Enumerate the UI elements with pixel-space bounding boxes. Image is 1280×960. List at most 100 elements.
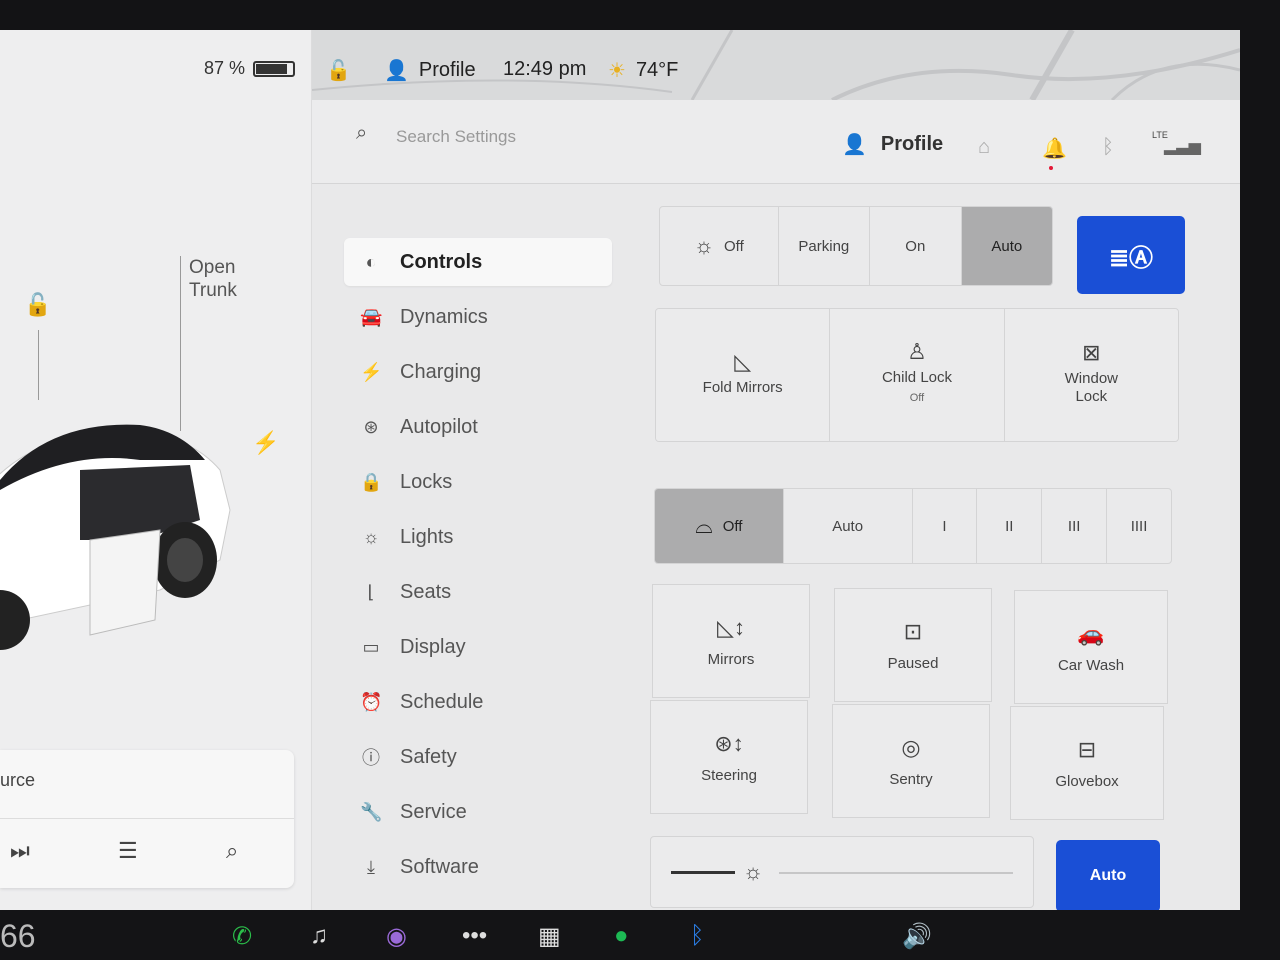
auto-high-beam-icon: ≣Ⓐ	[1108, 244, 1154, 272]
taskbar: 66 ✆ ♫ ◉ ••• ▦ ● ᛒ 🔊	[0, 910, 1280, 960]
lock-status-icon[interactable]: 🔓	[326, 58, 351, 83]
media-player: urce ⏭ ☰ ⌕	[0, 750, 294, 888]
wipers-option-label: IIII	[1130, 517, 1148, 535]
signal-icon: ▂▃▅	[1164, 138, 1201, 155]
headlights-option-label: On	[905, 237, 926, 255]
window-lock-button[interactable]: ⊠ Window Lock	[1004, 309, 1178, 441]
charge-port-icon[interactable]: ⚡	[252, 430, 279, 456]
alarm-icon: ⏰	[360, 691, 383, 712]
lock-icon: 🔒	[360, 471, 383, 492]
media-source-label[interactable]: urce	[0, 770, 35, 791]
bluetooth-app-icon[interactable]: ᛒ	[690, 922, 704, 950]
camera-app-icon[interactable]: ◉	[386, 922, 407, 951]
car-wash-button[interactable]: 🚗 Car Wash	[1014, 590, 1168, 704]
wipers-option-label: I	[942, 517, 947, 535]
auto-high-beam-button[interactable]: ≣Ⓐ	[1077, 216, 1185, 294]
nav-item-safety[interactable]: ⓘ Safety	[344, 733, 612, 781]
child-lock-status: Off	[909, 392, 925, 404]
equalizer-icon[interactable]: ☰	[118, 838, 138, 864]
nav-item-label: Lights	[400, 525, 454, 548]
headlight-icon: ☼	[693, 233, 715, 258]
wipers-option-3[interactable]: II	[977, 489, 1043, 563]
brightness-auto-button[interactable]: Auto	[1056, 840, 1160, 910]
glovebox-button[interactable]: ⊟ Glovebox	[1010, 706, 1164, 820]
media-divider	[0, 818, 294, 819]
bluetooth-icon[interactable]: ᛒ	[1102, 136, 1114, 159]
child-lock-label: Child Lock	[881, 369, 953, 386]
headlights-off[interactable]: ☼ Off	[660, 207, 779, 285]
child-lock-button[interactable]: ♙ Child Lock Off	[830, 309, 1005, 441]
headlights-on[interactable]: On	[870, 207, 962, 285]
spotify-icon[interactable]: ●	[614, 922, 629, 950]
temperature: 74°F	[635, 59, 679, 81]
headlights-auto[interactable]: Auto	[961, 207, 1052, 285]
wipers-option-4[interactable]: III	[1042, 489, 1108, 563]
status-profile-label: Profile	[418, 59, 476, 81]
sentry-label: Sentry	[889, 770, 933, 788]
nav-item-software[interactable]: ⤓ Software	[344, 843, 612, 891]
headlights-parking[interactable]: Parking	[779, 207, 871, 285]
steering-adjust-icon: ⊛↕	[714, 730, 744, 756]
nav-item-label: Schedule	[400, 690, 484, 713]
header-profile[interactable]: 👤 Profile	[842, 132, 943, 157]
wipers-option-5[interactable]: IIII	[1107, 489, 1171, 563]
download-icon: ⤓	[367, 856, 375, 877]
driver-profile[interactable]: 👤 Profile	[384, 58, 476, 83]
sentry-button[interactable]: ◎ Sentry	[832, 704, 990, 818]
touchscreen: 87 % Open Trunk 🔓 ⚡ urce ⏭ ☰ ⌕ 🔓 👤 Profi…	[0, 30, 1240, 910]
nav-item-label: Controls	[400, 250, 483, 273]
headlights-option-label: Parking	[798, 237, 850, 255]
sun-weather-icon: ☀	[608, 60, 626, 82]
battery-percent: 87 %	[204, 58, 246, 78]
unlock-icon[interactable]: 🔓	[24, 292, 51, 318]
toggle-icon: ◐	[365, 251, 377, 272]
nav-item-autopilot[interactable]: ⊛ Autopilot	[344, 403, 612, 451]
fold-mirrors-button[interactable]: ◺ Fold Mirrors	[656, 309, 831, 441]
header-profile-label: Profile	[880, 133, 944, 155]
media-search-icon[interactable]: ⌕	[226, 838, 238, 864]
wipers-option-label: Off	[722, 517, 743, 535]
speed-readout: 66	[0, 918, 36, 954]
nav-item-dynamics[interactable]: 🚘 Dynamics	[344, 293, 612, 341]
phone-icon[interactable]: ✆	[232, 922, 252, 951]
settings-nav: ◐ Controls 🚘 Dynamics ⚡ Charging ⊛ Autopilot 🔒 Lo…	[312, 184, 642, 910]
settings-header: ⌕ 👤 Profile ⌂ 🔔 ᛒ LTE ▂▃▅	[312, 100, 1240, 184]
mirrors-button[interactable]: ◺↕ Mirrors	[652, 584, 810, 698]
nav-item-schedule[interactable]: ⏰ Schedule	[344, 678, 612, 726]
dashcam-button[interactable]: ⊡ Paused	[834, 588, 992, 702]
steering-button[interactable]: ⊛↕ Steering	[650, 700, 808, 814]
sun-icon: ☼	[362, 526, 380, 547]
volume-icon[interactable]: 🔊	[902, 922, 932, 951]
more-apps-icon[interactable]: •••	[462, 922, 487, 950]
wrench-icon: 🔧	[360, 801, 383, 822]
nav-item-locks[interactable]: 🔒 Locks	[344, 458, 612, 506]
open-trunk-button[interactable]: Open Trunk	[189, 256, 269, 302]
nav-item-seats[interactable]: ⌊ Seats	[344, 568, 612, 616]
home-icon[interactable]: ⌂	[978, 136, 990, 159]
headlights-option-label: Off	[724, 237, 744, 255]
search-input[interactable]	[396, 122, 796, 152]
controls-content: ☼ Off Parking On Auto ≣Ⓐ ◺ Fold Mirrors ♙ Ch…	[642, 184, 1202, 910]
status-bar: 🔓 👤 Profile 12:49 pm ☀ 74°F	[312, 30, 1240, 100]
next-track-icon[interactable]: ⏭	[10, 838, 30, 864]
brightness-slider[interactable]: ☼	[650, 836, 1034, 908]
nav-item-label: Charging	[400, 360, 482, 383]
nav-item-navigation[interactable]: ▲Navigation	[344, 898, 612, 910]
search-icon[interactable]: ⌕	[356, 122, 367, 145]
profile-icon: 👤	[842, 134, 867, 156]
wipers-option-0[interactable]: ⌓ Off	[655, 489, 784, 563]
steering-wheel-icon: ⊛	[363, 416, 379, 437]
battery-fill	[256, 63, 288, 74]
nav-item-lights[interactable]: ☼ Lights	[344, 513, 612, 561]
wipers-option-1[interactable]: Auto	[784, 489, 913, 563]
calendar-icon[interactable]: ▦	[538, 922, 561, 951]
brightness-slider-track[interactable]	[779, 872, 1013, 874]
wipers-option-2[interactable]: I	[913, 489, 978, 563]
nav-item-service[interactable]: 🔧 Service	[344, 788, 612, 836]
bell-icon[interactable]: 🔔	[1042, 136, 1067, 161]
nav-item-charging[interactable]: ⚡ Charging	[344, 348, 612, 396]
music-icon[interactable]: ♫	[310, 922, 328, 950]
nav-item-controls[interactable]: ◐ Controls	[344, 238, 612, 286]
nav-item-display[interactable]: ▭ Display	[344, 623, 612, 671]
nav-item-label: Software	[400, 855, 479, 878]
